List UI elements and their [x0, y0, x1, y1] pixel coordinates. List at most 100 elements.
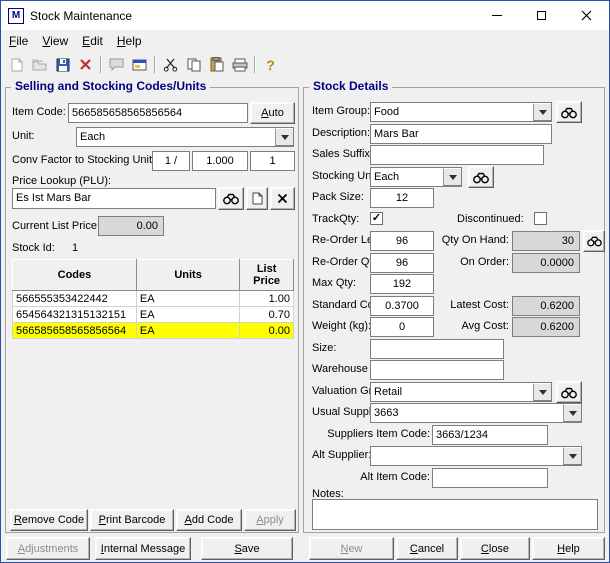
chevron-down-icon	[569, 454, 577, 463]
paste-button[interactable]	[205, 54, 228, 76]
track-qty-checkbox[interactable]: ✓	[370, 212, 383, 225]
code-cell[interactable]: 566585658565856564	[13, 323, 137, 339]
remove-code-button[interactable]: Remove Code	[10, 509, 88, 531]
discontinued-checkbox[interactable]	[534, 212, 547, 225]
binoculars-icon	[472, 171, 490, 184]
conv-factor-field-3[interactable]: 1	[250, 151, 295, 171]
selling-codes-panel: Selling and Stocking Codes/Units Item Co…	[5, 87, 299, 533]
item-group-search-button[interactable]	[556, 101, 582, 123]
stock-details-panel-title: Stock Details	[309, 79, 392, 93]
save-button[interactable]	[51, 54, 74, 76]
print-button[interactable]	[228, 54, 251, 76]
chevron-down-icon	[539, 390, 547, 399]
toolbar-separator	[154, 56, 156, 73]
on-order-field: 0.0000	[512, 253, 580, 273]
warehouse-bin-field[interactable]	[370, 360, 504, 380]
open-folder-icon	[32, 59, 47, 71]
cancel-button[interactable]: Cancel	[396, 537, 458, 560]
menu-view[interactable]: View	[35, 31, 75, 51]
price-cell[interactable]: 0.00	[240, 323, 294, 339]
usual-supplier-dropdown-button[interactable]	[563, 404, 581, 422]
message-bubble-icon	[109, 58, 124, 71]
unit-cell[interactable]: EA	[136, 307, 239, 323]
maximize-button[interactable]	[519, 1, 564, 30]
standard-cost-field[interactable]: 0.3700	[370, 296, 434, 316]
maximize-icon	[537, 11, 546, 20]
description-field[interactable]: Mars Bar	[370, 124, 552, 144]
properties-button[interactable]	[128, 54, 151, 76]
plu-delete-button[interactable]	[270, 187, 295, 210]
close-footer-button[interactable]: Close	[460, 537, 530, 560]
alt-supplier-combo[interactable]	[370, 446, 582, 466]
chevron-down-icon	[449, 175, 457, 184]
plu-field[interactable]: Es Ist Mars Bar	[12, 188, 216, 209]
unit-combo-dropdown-button[interactable]	[275, 128, 293, 146]
item-group-value: Food	[371, 103, 533, 121]
stocking-unit-search-button[interactable]	[468, 166, 494, 188]
help-footer-button[interactable]: Help	[532, 537, 605, 560]
table-row[interactable]: 566555353422442 EA 1.00	[13, 291, 294, 307]
unit-combo-value: Each	[77, 128, 275, 146]
alt-item-code-label: Alt Item Code:	[312, 471, 430, 483]
max-qty-field[interactable]: 192	[370, 274, 434, 294]
usual-supplier-combo[interactable]: 3663	[370, 403, 582, 423]
table-row[interactable]: 654564321315132151 EA 0.70	[13, 307, 294, 323]
conv-factor-field-1[interactable]: 1 /	[152, 151, 190, 171]
conv-factor-field-2[interactable]: 1.000	[192, 151, 248, 171]
cut-scissors-icon	[163, 57, 178, 72]
weight-field[interactable]: 0	[370, 317, 434, 337]
help-button[interactable]: ?	[259, 54, 282, 76]
notes-field[interactable]	[312, 499, 598, 530]
stocking-unit-dropdown-button[interactable]	[443, 168, 461, 186]
codes-column-header: Codes	[13, 260, 137, 291]
toolbar-separator	[254, 56, 256, 73]
code-cell[interactable]: 654564321315132151	[13, 307, 137, 323]
cut-button[interactable]	[159, 54, 182, 76]
unit-cell[interactable]: EA	[136, 323, 239, 339]
reorder-level-field[interactable]: 96	[370, 231, 434, 251]
reorder-qty-field[interactable]: 96	[370, 253, 434, 273]
menu-edit[interactable]: Edit	[75, 31, 110, 51]
price-cell[interactable]: 0.70	[240, 307, 294, 323]
pack-size-field[interactable]: 12	[370, 188, 434, 208]
add-code-button[interactable]: Add Code	[176, 509, 242, 531]
unit-combo[interactable]: Each	[76, 127, 294, 147]
valuation-group-dropdown-button[interactable]	[533, 383, 551, 401]
apply-button: Apply	[244, 509, 296, 531]
plu-search-button[interactable]	[218, 187, 244, 210]
internal-message-footer-button[interactable]: Internal Message	[95, 537, 191, 560]
stocking-unit-combo[interactable]: Each	[370, 167, 462, 187]
suppliers-item-code-field[interactable]: 3663/1234	[432, 425, 548, 445]
close-button[interactable]	[564, 1, 609, 30]
title-bar: M Stock Maintenance	[1, 1, 609, 30]
binoculars-icon	[222, 192, 240, 205]
valuation-group-search-button[interactable]	[556, 381, 582, 403]
table-row-selected[interactable]: 566585658565856564 EA 0.00	[13, 323, 294, 339]
item-group-combo[interactable]: Food	[370, 102, 552, 122]
plu-label: Price Lookup (PLU):	[12, 175, 111, 187]
menu-file[interactable]: File	[2, 31, 35, 51]
valuation-group-combo[interactable]: Retail	[370, 382, 552, 402]
qty-on-hand-search-button[interactable]	[583, 230, 605, 252]
delete-button[interactable]	[74, 54, 97, 76]
copy-button[interactable]	[182, 54, 205, 76]
code-cell[interactable]: 566555353422442	[13, 291, 137, 307]
minimize-button[interactable]	[474, 1, 519, 30]
save-footer-button[interactable]: Save	[201, 537, 293, 560]
print-barcode-button[interactable]: Print Barcode	[90, 509, 174, 531]
plu-new-button[interactable]	[246, 187, 268, 210]
alt-item-code-field[interactable]	[432, 468, 548, 488]
unit-cell[interactable]: EA	[136, 291, 239, 307]
item-group-dropdown-button[interactable]	[533, 103, 551, 121]
price-cell[interactable]: 1.00	[240, 291, 294, 307]
copy-icon	[187, 58, 201, 72]
auto-button[interactable]: Auto	[250, 102, 295, 124]
size-field[interactable]	[370, 339, 504, 359]
menu-help[interactable]: Help	[110, 31, 149, 51]
alt-supplier-dropdown-button[interactable]	[563, 447, 581, 465]
sales-suffix-field[interactable]	[370, 145, 544, 165]
item-code-field[interactable]: 566585658565856564	[68, 103, 248, 123]
weight-label: Weight (kg):	[312, 320, 371, 332]
app-icon[interactable]: M	[8, 8, 24, 24]
sales-suffix-label: Sales Suffix:	[312, 148, 373, 160]
